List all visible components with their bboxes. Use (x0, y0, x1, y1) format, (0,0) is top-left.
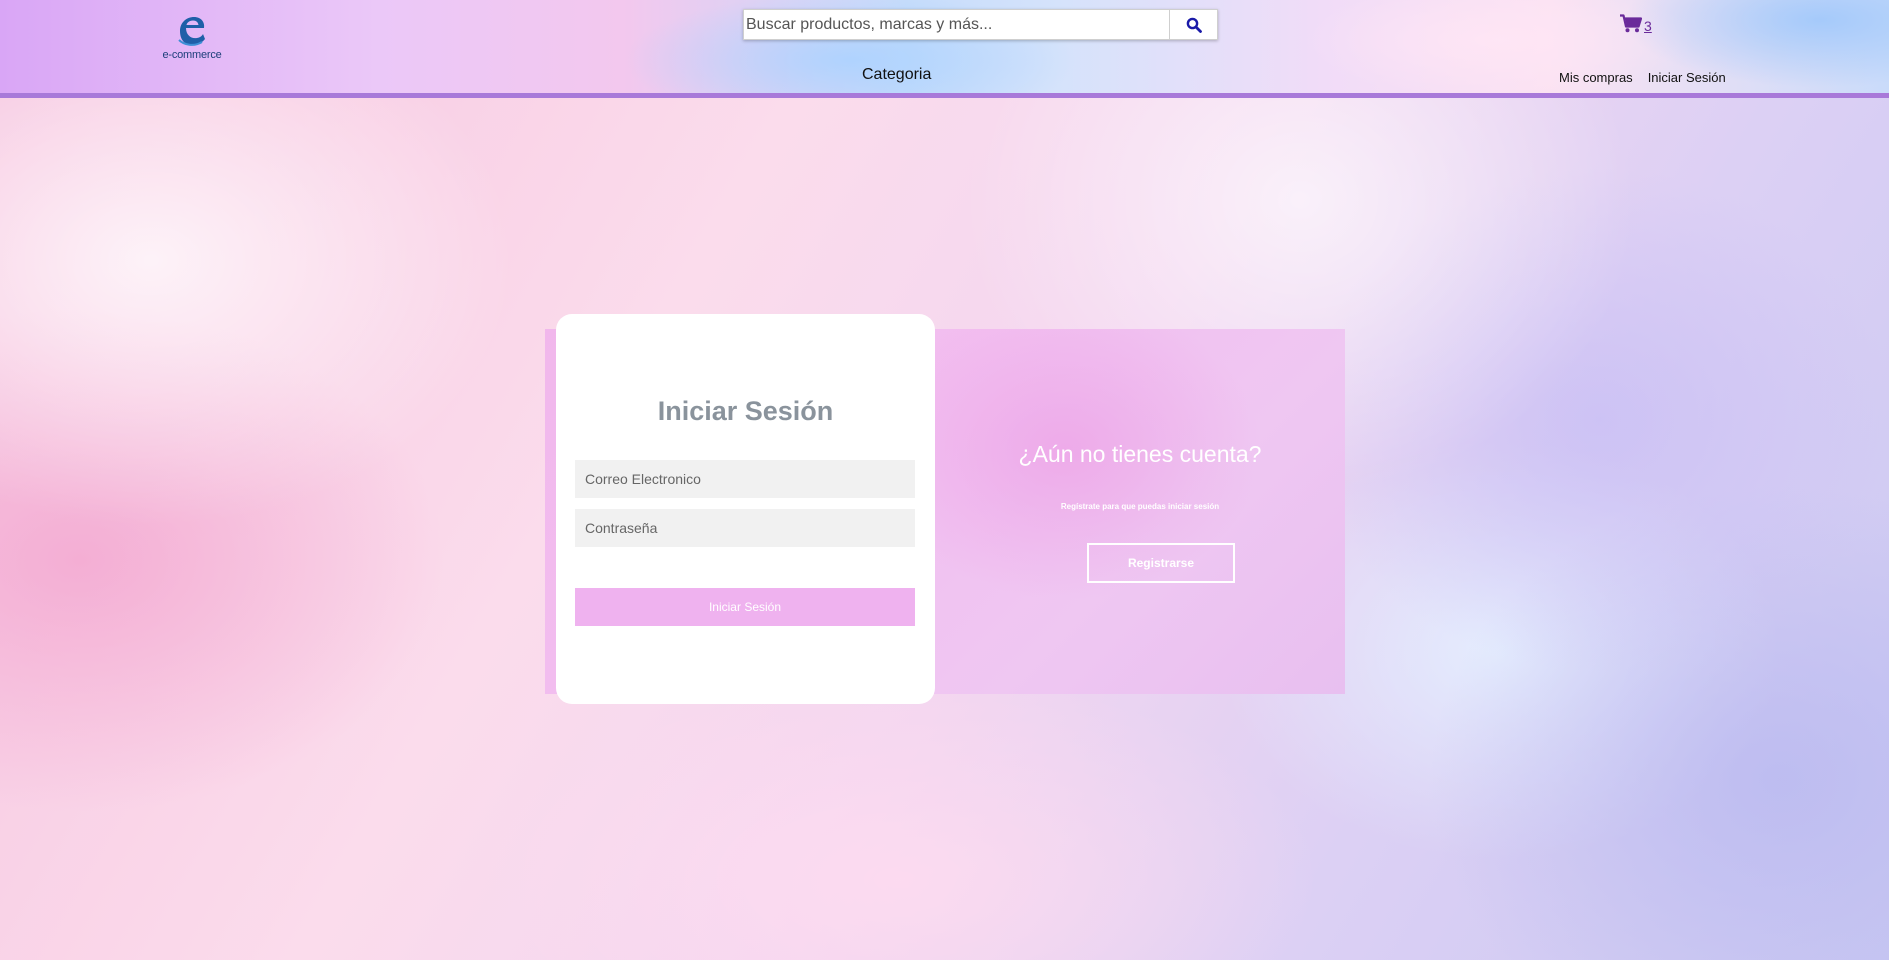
login-submit-button[interactable]: Iniciar Sesión (575, 588, 915, 626)
user-nav: Mis compras Iniciar Sesión (1559, 70, 1726, 85)
cart-button[interactable]: 3 (1620, 14, 1652, 33)
search-bar (743, 9, 1218, 40)
search-icon (1186, 17, 1202, 33)
logo-text: e-commerce (162, 49, 222, 61)
logo-e-icon (178, 17, 205, 46)
my-purchases-link[interactable]: Mis compras (1559, 70, 1633, 85)
signup-section: ¿Aún no tienes cuenta? Regístrate para q… (935, 329, 1345, 694)
login-title: Iniciar Sesión (657, 396, 834, 426)
cart-count[interactable]: 3 (1644, 19, 1652, 33)
register-button[interactable]: Registrarse (1087, 543, 1235, 583)
logo[interactable]: e-commerce (156, 14, 228, 64)
top-header: e-commerce 3 Categoria Mis compras Inici… (0, 0, 1889, 98)
category-menu[interactable]: Categoria (862, 66, 931, 84)
search-input[interactable] (743, 9, 1169, 40)
login-link[interactable]: Iniciar Sesión (1648, 70, 1726, 85)
login-form-card: Iniciar Sesión Iniciar Sesión (556, 314, 935, 704)
search-button[interactable] (1169, 9, 1218, 40)
signup-title: ¿Aún no tienes cuenta? (1018, 441, 1262, 467)
cart-icon (1620, 14, 1642, 33)
email-field[interactable] (575, 460, 915, 498)
signup-subtitle: Regístrate para que puedas iniciar sesió… (1060, 502, 1220, 511)
password-field[interactable] (575, 509, 915, 547)
